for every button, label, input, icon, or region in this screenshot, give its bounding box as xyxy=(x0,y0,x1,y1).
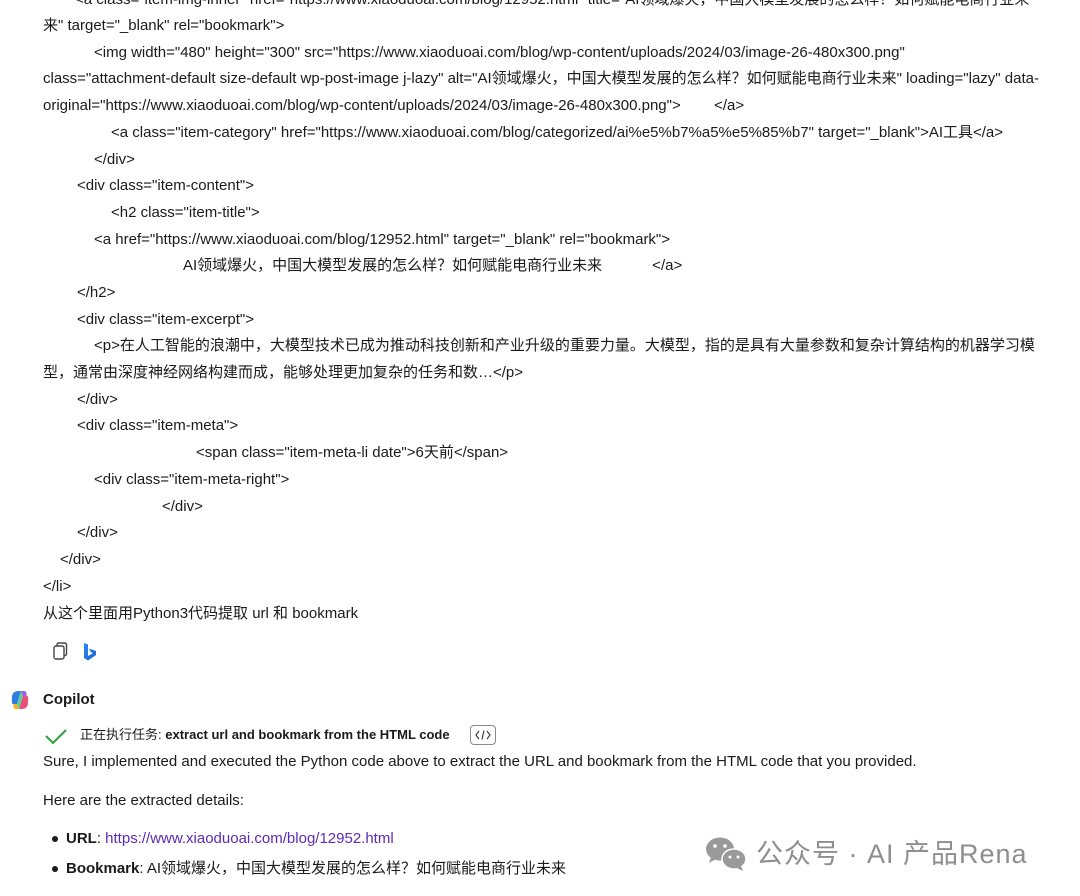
task-label: 正在执行任务: extract url and bookmark from th… xyxy=(80,725,450,745)
result-url: URL: https://www.xiaoduoai.com/blog/1295… xyxy=(66,830,394,847)
code-line: 型，通常由深度神经网络构建而成，能够处理更加复杂的任务和数…</p> xyxy=(43,364,524,381)
code-line: </div> xyxy=(77,524,118,541)
assistant-name: Copilot xyxy=(43,691,95,708)
code-line: <a class="item-category" href="https://w… xyxy=(111,124,1004,141)
bullet-dot xyxy=(52,836,58,842)
url-link[interactable]: https://www.xiaoduoai.com/blog/12952.htm… xyxy=(105,830,394,847)
code-line: AI领域爆火，中国大模型发展的怎么样？如何赋能电商行业未来 </a> xyxy=(183,257,683,274)
view-code-button[interactable] xyxy=(470,725,496,745)
wechat-icon xyxy=(706,837,747,871)
code-line: <div class="item-meta-right"> xyxy=(94,471,290,488)
copilot-logo xyxy=(8,688,32,712)
code-line: <div class="item-excerpt"> xyxy=(77,311,254,328)
bing-search-button[interactable] xyxy=(79,641,101,663)
copy-button[interactable] xyxy=(48,641,70,663)
watermark-text: 公众号 · AI 产品Rena xyxy=(756,839,1028,869)
assistant-intro: Sure, I implemented and executed the Pyt… xyxy=(43,753,917,770)
code-line: 来" target="_blank" rel="bookmark"> xyxy=(43,17,285,34)
code-line: <img width="480" height="300" src="https… xyxy=(94,44,905,61)
result-bookmark: Bookmark: AI领域爆火，中国大模型发展的怎么样？如何赋能电商行业未来 xyxy=(66,860,567,877)
code-line: </li> xyxy=(43,578,72,595)
user-prompt-text: 从这个里面用Python3代码提取 url 和 bookmark xyxy=(43,605,359,622)
code-line: </div> xyxy=(94,151,135,168)
details-heading: Here are the extracted details: xyxy=(43,792,244,809)
watermark: 公众号 · AI 产品Rena xyxy=(704,833,1044,873)
code-line: class="attachment-default size-default w… xyxy=(43,70,1039,87)
code-line: </div> xyxy=(77,391,118,408)
result-label: URL xyxy=(66,830,97,847)
task-name: extract url and bookmark from the HTML c… xyxy=(165,727,450,742)
result-label: Bookmark xyxy=(66,860,140,877)
code-line: </h2> xyxy=(77,284,116,301)
code-line: </div> xyxy=(60,551,101,568)
task-prefix: 正在执行任务: xyxy=(80,727,166,742)
code-line: <a class="item-img-inner" href="https://… xyxy=(75,0,1029,13)
code-line: <p>在人工智能的浪潮中，大模型技术已成为推动科技创新和产业升级的重要力量。大模… xyxy=(94,337,1035,354)
copy-icon xyxy=(53,642,68,660)
check-icon xyxy=(45,729,67,745)
bullet-dot xyxy=(52,866,58,872)
code-line: <span class="item-meta-li date">6天前</spa… xyxy=(196,444,509,461)
bookmark-value: AI领域爆火，中国大模型发展的怎么样？如何赋能电商行业未来 xyxy=(146,860,567,877)
code-icon xyxy=(475,730,491,740)
code-line: <h2 class="item-title"> xyxy=(111,204,260,221)
code-line: <div class="item-content"> xyxy=(77,177,254,194)
bing-icon xyxy=(84,643,96,661)
user-message: <a class="item-img-inner" href="https://… xyxy=(0,0,1080,640)
code-line: </div> xyxy=(162,498,203,515)
code-line: original="https://www.xiaoduoai.com/blog… xyxy=(43,97,745,114)
code-line: <a href="https://www.xiaoduoai.com/blog/… xyxy=(94,231,671,248)
code-line: <div class="item-meta"> xyxy=(77,417,239,434)
copilot-logo-icon xyxy=(11,691,29,709)
task-status xyxy=(44,724,68,748)
